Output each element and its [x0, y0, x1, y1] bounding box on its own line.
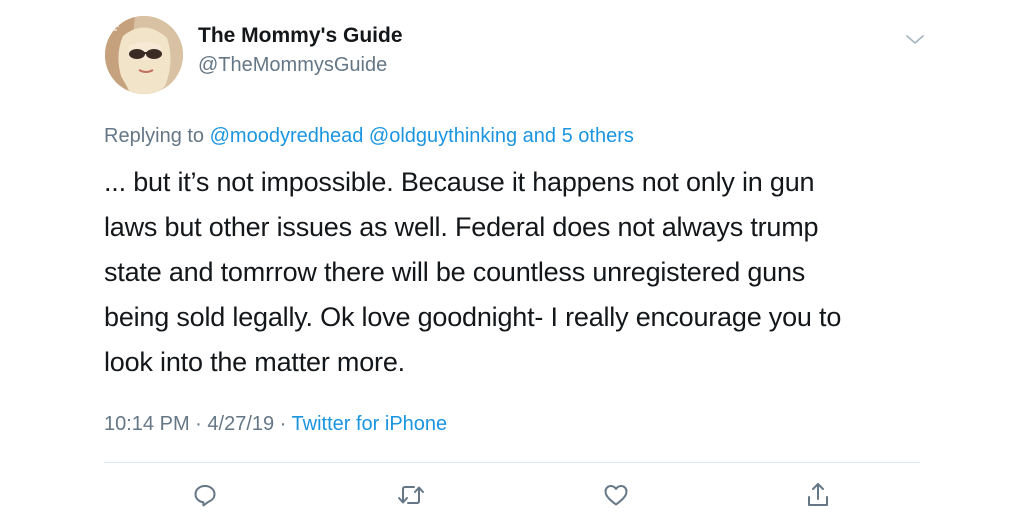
reply-icon	[194, 485, 216, 507]
retweet-icon	[398, 486, 424, 504]
tweet-source[interactable]: Twitter for iPhone	[292, 413, 448, 435]
tweet-text-line: ... but it’s not impossible. Because it …	[104, 167, 815, 197]
others-link[interactable]: and 5 others	[523, 125, 634, 147]
tweet-text-line: state and tomrrow there will be countles…	[104, 257, 806, 287]
heart-icon	[604, 485, 628, 506]
share-button[interactable]	[803, 480, 833, 510]
tweet-text-line: look into the matter more.	[104, 347, 405, 377]
profile-photo-icon	[105, 16, 183, 94]
mention-moodyredhead[interactable]: @moodyredhead	[210, 125, 364, 147]
tweet-text: ... but it’s not impossible. Because it …	[104, 160, 934, 385]
mention-oldguythinking[interactable]: @oldguythinking	[369, 125, 517, 147]
chevron-down-icon[interactable]	[904, 32, 926, 48]
like-button[interactable]	[601, 480, 631, 510]
tweet-date[interactable]: 4/27/19	[207, 413, 274, 435]
replying-to: Replying to @moodyredhead @oldguythinkin…	[104, 125, 634, 148]
meta-separator: ·	[274, 413, 292, 435]
tweet: The Mommy's Guide @TheMommysGuide Replyi…	[0, 0, 1024, 516]
meta-separator: ·	[189, 413, 208, 435]
reply-button[interactable]	[190, 480, 220, 510]
tweet-time[interactable]: 10:14 PM	[104, 413, 190, 435]
author-handle[interactable]: @TheMommysGuide	[198, 54, 387, 77]
share-icon	[808, 483, 828, 506]
tweet-text-line: being sold legally. Ok love goodnight- I…	[104, 302, 842, 332]
divider	[104, 462, 920, 463]
replying-to-label: Replying to	[104, 125, 210, 147]
retweet-button[interactable]	[396, 480, 426, 510]
avatar[interactable]	[105, 16, 183, 94]
tweet-text-line: laws but other issues as well. Federal d…	[104, 212, 819, 242]
author-display-name[interactable]: The Mommy's Guide	[198, 24, 403, 48]
tweet-meta: 10:14 PM · 4/27/19 · Twitter for iPhone	[104, 413, 447, 436]
